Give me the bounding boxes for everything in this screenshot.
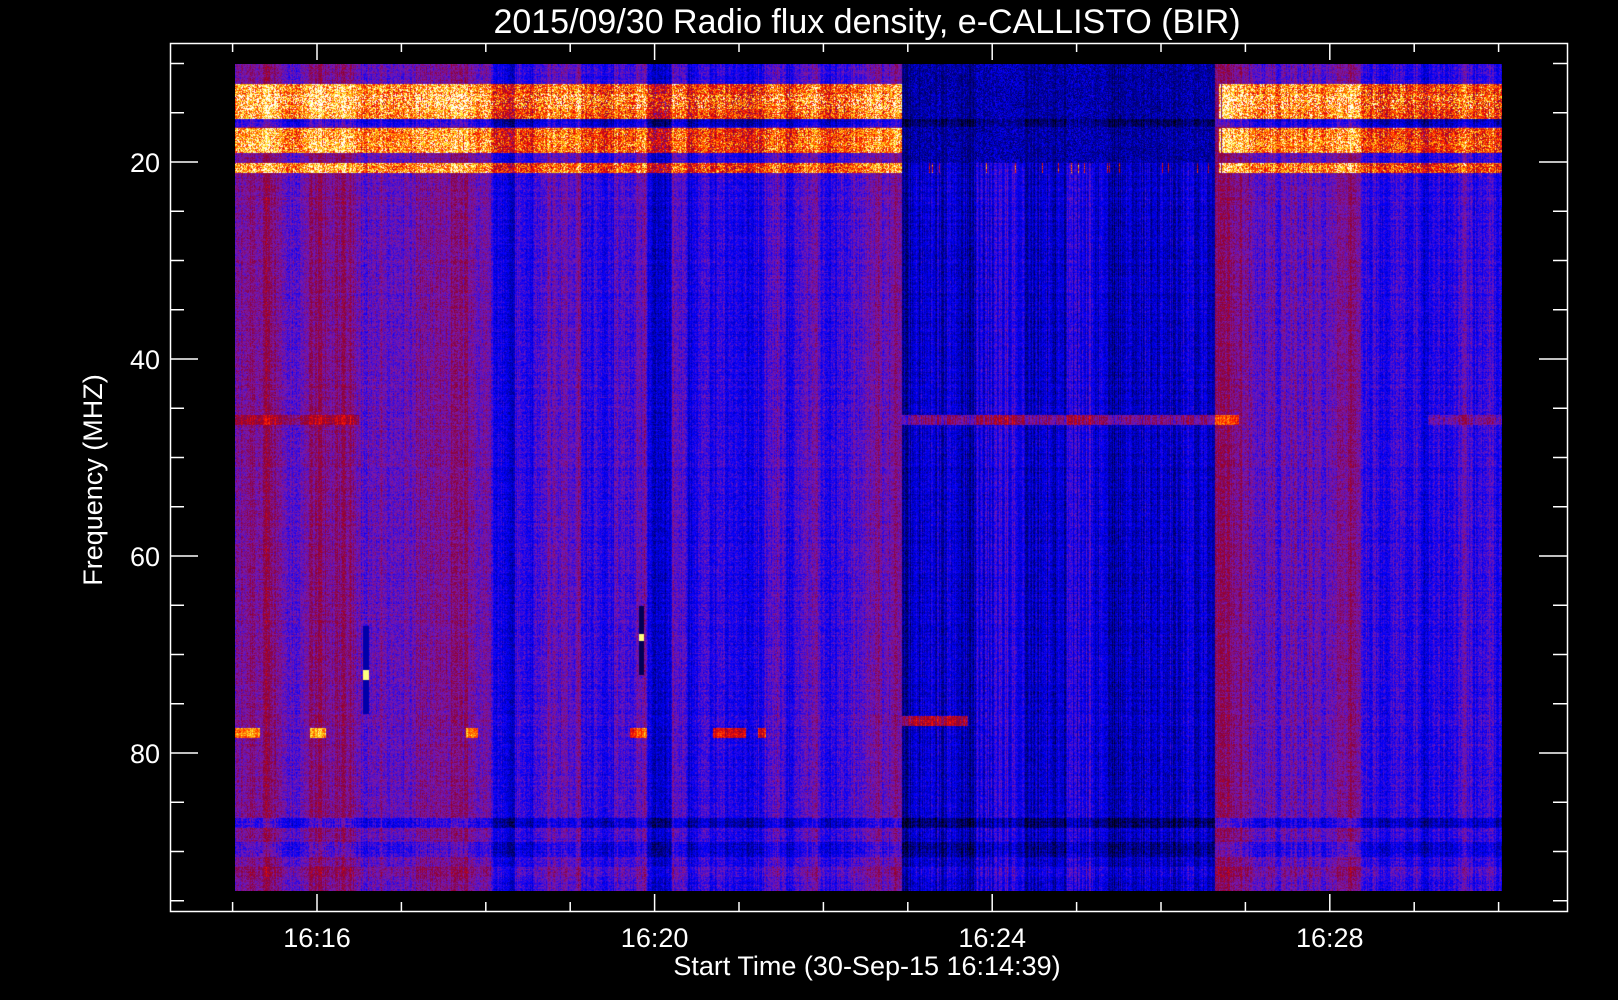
y-tick-label: 60 [130,542,160,572]
x-tick-label: 16:28 [1296,923,1364,953]
chart-root: 2015/09/30 Radio flux density, e-CALLIST… [0,0,1618,1000]
chart-title: 2015/09/30 Radio flux density, e-CALLIST… [493,3,1240,41]
x-tick-label: 16:24 [958,923,1026,953]
axis-ticks: 16:16 16:20 16:24 16:28 20 40 60 80 [130,43,1567,953]
x-tick-label: 16:16 [283,923,351,953]
x-axis-label: Start Time (30-Sep-15 16:14:39) [673,951,1060,981]
plot-frame [169,42,1569,913]
y-tick-label: 20 [130,148,160,178]
y-axis-label: Frequency (MHZ) [78,374,108,586]
y-tick-label: 80 [130,739,160,769]
x-tick-label: 16:20 [621,923,689,953]
y-tick-label: 40 [130,345,160,375]
chart-axes: 2015/09/30 Radio flux density, e-CALLIST… [78,3,1569,981]
